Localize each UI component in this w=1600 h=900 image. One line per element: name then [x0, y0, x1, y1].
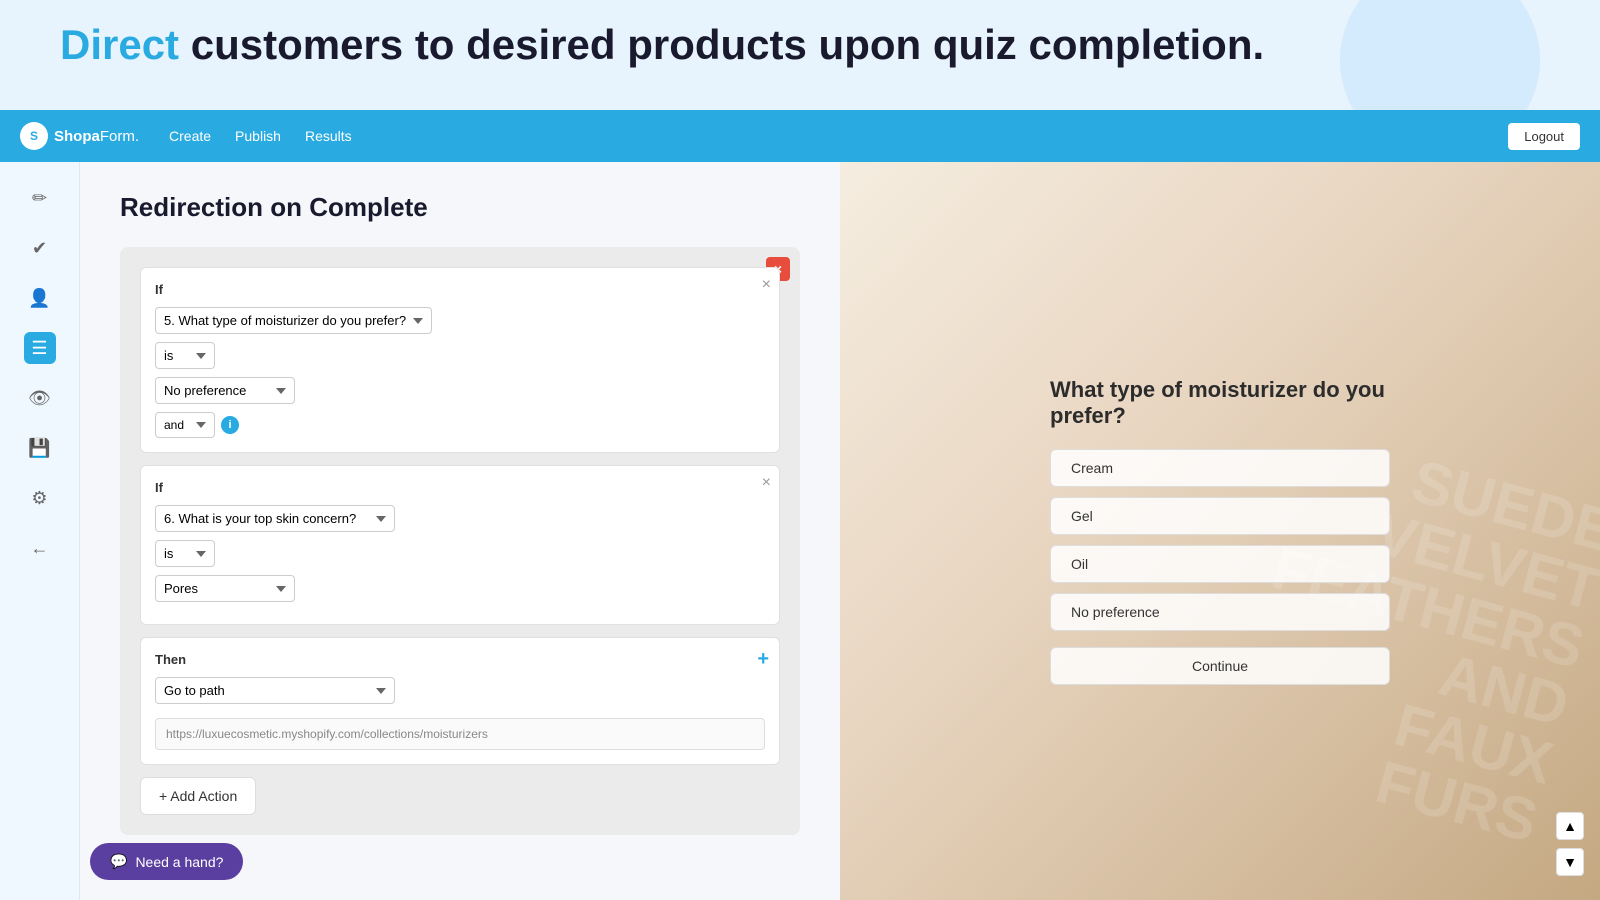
- panel-title: Redirection on Complete: [120, 192, 800, 223]
- logout-button[interactable]: Logout: [1508, 123, 1580, 150]
- condition2-close-button[interactable]: ×: [762, 474, 771, 492]
- condition-block-2: × If 6. What is your top skin concern? i…: [140, 465, 780, 625]
- sidebar-icon-gear[interactable]: ⚙: [24, 482, 56, 514]
- condition1-connector-row: and i: [155, 412, 765, 438]
- sidebar: ✏ ✔ 👤 ☰ 👁 💾 ⚙ ←: [0, 162, 80, 900]
- nav-links: Create Publish Results: [169, 128, 352, 144]
- condition1-label: If: [155, 282, 765, 297]
- condition1-operator-row: is: [155, 342, 765, 369]
- sidebar-icon-users[interactable]: 👤: [24, 282, 56, 314]
- sidebar-icon-save[interactable]: 💾: [24, 432, 56, 464]
- condition2-label: If: [155, 480, 765, 495]
- condition-block-1: × If 5. What type of moisturizer do you …: [140, 267, 780, 453]
- add-action-button[interactable]: + Add Action: [140, 777, 256, 815]
- condition1-operator-select[interactable]: is: [155, 342, 215, 369]
- condition2-operator-row: is: [155, 540, 765, 567]
- need-hand-label: Need a hand?: [135, 854, 223, 870]
- condition1-answer-select[interactable]: No preference: [155, 377, 295, 404]
- quiz-continue-button[interactable]: Continue: [1050, 647, 1390, 685]
- condition2-question-select[interactable]: 6. What is your top skin concern?: [155, 505, 395, 532]
- sidebar-icon-back[interactable]: ←: [24, 532, 56, 564]
- scroll-down-button[interactable]: ▼: [1556, 848, 1584, 876]
- brand: S ShopaForm.: [20, 122, 139, 150]
- rule-card: × × If 5. What type of moisturizer do yo…: [120, 247, 800, 835]
- hero-heading: Direct customers to desired products upo…: [60, 20, 1264, 70]
- center-panel: Redirection on Complete × × If 5. What t…: [80, 162, 840, 900]
- chat-icon: 💬: [110, 853, 127, 870]
- condition1-question-select[interactable]: 5. What type of moisturizer do you prefe…: [155, 307, 432, 334]
- quiz-option-gel[interactable]: Gel: [1050, 497, 1390, 535]
- condition2-question-row: 6. What is your top skin concern?: [155, 505, 765, 532]
- condition2-answer-row: Pores: [155, 575, 765, 602]
- need-hand-button[interactable]: 💬 Need a hand?: [90, 843, 243, 880]
- sidebar-icon-check[interactable]: ✔: [24, 232, 56, 264]
- quiz-container: What type of moisturizer do you prefer? …: [1030, 357, 1410, 705]
- condition2-answer-select[interactable]: Pores: [155, 575, 295, 602]
- scroll-up-button[interactable]: ▲: [1556, 812, 1584, 840]
- main-area: ✏ ✔ 👤 ☰ 👁 💾 ⚙ ← Redirection on Complete …: [0, 162, 1600, 900]
- navbar: S ShopaForm. Create Publish Results Logo…: [0, 110, 1600, 162]
- then-url-input[interactable]: [155, 718, 765, 750]
- condition1-question-row: 5. What type of moisturizer do you prefe…: [155, 307, 765, 334]
- sidebar-icon-pencil[interactable]: ✏: [24, 182, 56, 214]
- condition2-operator-select[interactable]: is: [155, 540, 215, 567]
- nav-create[interactable]: Create: [169, 128, 211, 144]
- quiz-option-no-preference[interactable]: No preference: [1050, 593, 1390, 631]
- quiz-options: Cream Gel Oil No preference Continue: [1050, 449, 1390, 685]
- quiz-option-oil[interactable]: Oil: [1050, 545, 1390, 583]
- quiz-preview-panel: SUEDEVELVETFEATHERSANDFAUXFURS What type…: [840, 162, 1600, 900]
- condition1-connector-select[interactable]: and: [155, 412, 215, 438]
- then-block: + Then Go to path: [140, 637, 780, 765]
- hero-rest: customers to desired products upon quiz …: [179, 21, 1264, 68]
- brand-logo: S: [20, 122, 48, 150]
- nav-results[interactable]: Results: [305, 128, 352, 144]
- nav-publish[interactable]: Publish: [235, 128, 281, 144]
- quiz-option-cream[interactable]: Cream: [1050, 449, 1390, 487]
- hero-highlight: Direct: [60, 21, 179, 68]
- then-action-row: Go to path: [155, 677, 765, 704]
- sidebar-icon-settings-alt[interactable]: ☰: [24, 332, 56, 364]
- then-action-select[interactable]: Go to path: [155, 677, 395, 704]
- quiz-question-text: What type of moisturizer do you prefer?: [1050, 377, 1390, 429]
- sidebar-icon-eye[interactable]: 👁: [24, 382, 56, 414]
- add-action-label: + Add Action: [159, 788, 237, 804]
- info-icon[interactable]: i: [221, 416, 239, 434]
- brand-name: ShopaForm.: [54, 128, 139, 145]
- then-plus-button[interactable]: +: [757, 648, 769, 671]
- condition1-close-button[interactable]: ×: [762, 276, 771, 294]
- then-label: Then: [155, 652, 765, 667]
- logout-area: Logout: [1508, 123, 1580, 150]
- condition1-answer-row: No preference: [155, 377, 765, 404]
